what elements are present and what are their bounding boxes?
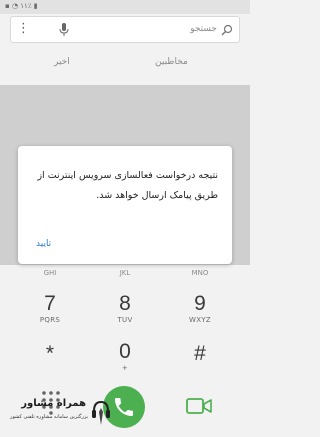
key-digit: 8 (119, 292, 131, 315)
key-star[interactable]: * (15, 342, 85, 366)
key-0[interactable]: 0 + (90, 340, 160, 373)
search-bar[interactable]: ⋮ جستجو (10, 16, 240, 43)
key-digit: 0 (119, 340, 131, 363)
key-letters: TUV (117, 316, 133, 324)
search-icon (221, 24, 233, 36)
key-digit: # (194, 342, 206, 365)
phone-icon (115, 398, 133, 416)
status-indicators: ▪ ◔ ۱۱٪ ▮ (5, 2, 38, 10)
tab-contacts[interactable]: مخاطبین (155, 57, 188, 67)
key-letters: PQRS (39, 316, 61, 324)
key-9[interactable]: 9 WXYZ (165, 292, 235, 325)
key-letters: + (121, 364, 129, 372)
watermark-logo: همراه مشاور بزرگترین سامانه مشاوره تلفنی… (6, 396, 114, 432)
search-input[interactable]: جستجو (190, 24, 217, 34)
key-8[interactable]: 8 TUV (90, 292, 160, 325)
watermark-brand: همراه مشاور (21, 398, 86, 409)
key-digit: * (45, 342, 55, 365)
key-digit: 7 (44, 292, 56, 315)
watermark-tagline: بزرگترین سامانه مشاوره تلفنی کشور (10, 414, 88, 420)
status-bar: ▪ ◔ ۱۱٪ ▮ (0, 0, 250, 14)
key-hash[interactable]: # (165, 342, 235, 366)
mic-icon[interactable] (59, 23, 69, 37)
tab-bar: اخیر مخاطبین (0, 50, 250, 76)
headset-logo-icon (92, 400, 110, 425)
key-7[interactable]: 7 PQRS (15, 292, 85, 325)
video-call-icon[interactable] (186, 397, 212, 415)
confirmation-dialog: نتیجه درخواست فعالسازی سرویس اینترنت از … (18, 146, 232, 264)
tab-recent[interactable]: اخیر (54, 57, 70, 67)
key-digit: 9 (194, 292, 206, 315)
dialog-message: نتیجه درخواست فعالسازی سرویس اینترنت از … (37, 170, 218, 201)
ok-button[interactable]: تایید (36, 239, 51, 249)
more-options-icon[interactable]: ⋮ (17, 21, 30, 37)
key-letters: WXYZ (189, 316, 211, 324)
dial-keypad: 7 PQRS 8 TUV 9 WXYZ * 0 + # (0, 268, 250, 378)
